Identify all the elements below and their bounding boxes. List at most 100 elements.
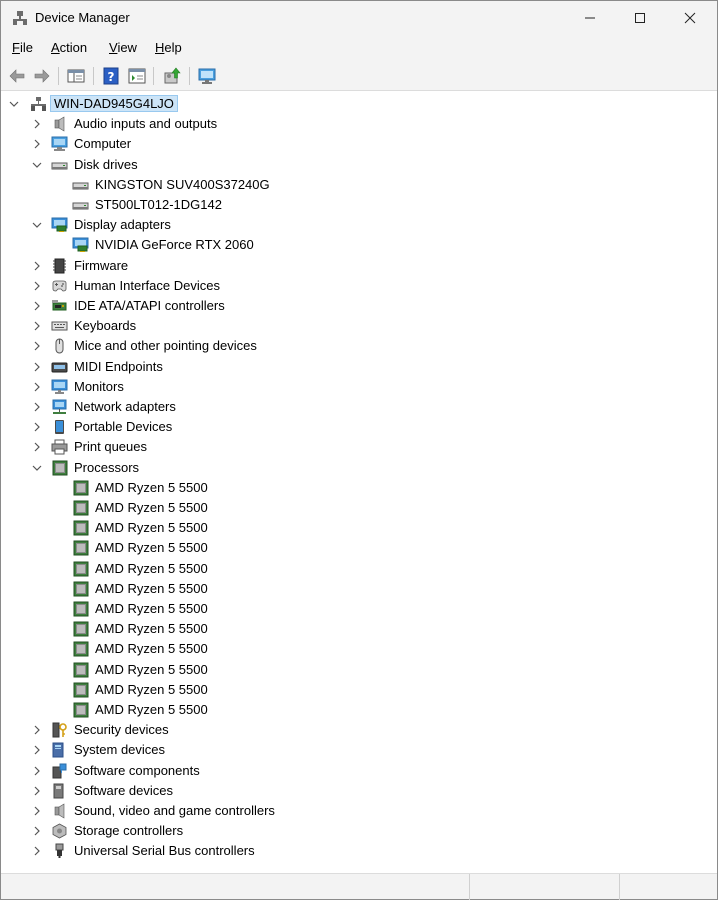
tree-category-computer[interactable]: Computer — [1, 134, 701, 154]
chevron-right-icon[interactable] — [31, 420, 43, 434]
processor-icon — [72, 520, 89, 536]
chevron-down-icon[interactable] — [31, 158, 43, 172]
device-label: AMD Ryzen 5 5500 — [95, 500, 208, 515]
title-bar[interactable]: Device Manager — [1, 1, 717, 35]
show-hide-console-tree-button[interactable] — [65, 65, 87, 87]
tree-category-display-adapters[interactable]: Display adapters — [1, 215, 701, 235]
minimize-icon — [585, 17, 595, 19]
menu-help[interactable]: Help — [155, 40, 182, 55]
chevron-right-icon[interactable] — [31, 764, 43, 778]
storage-controller-icon — [51, 823, 68, 839]
tree-device-item[interactable]: NVIDIA GeForce RTX 2060 — [1, 235, 701, 255]
update-driver-button[interactable] — [161, 65, 183, 87]
device-manager-window: Device Manager File Action View Help ? W… — [0, 0, 718, 900]
chevron-right-icon[interactable] — [31, 380, 43, 394]
tree-device-item[interactable]: AMD Ryzen 5 5500 — [1, 680, 701, 700]
tree-category-processors[interactable]: Processors — [1, 458, 701, 478]
tree-device-item[interactable]: AMD Ryzen 5 5500 — [1, 579, 701, 599]
chevron-down-icon[interactable] — [31, 461, 43, 475]
tree-device-item[interactable]: ST500LT012-1DG142 — [1, 195, 701, 215]
chevron-right-icon[interactable] — [31, 319, 43, 333]
chevron-right-icon[interactable] — [31, 784, 43, 798]
tree-category-midi-endpoints[interactable]: MIDI Endpoints — [1, 357, 701, 377]
chevron-right-icon[interactable] — [31, 824, 43, 838]
tree-category-disk-drives[interactable]: Disk drives — [1, 155, 701, 175]
chevron-right-icon[interactable] — [31, 117, 43, 131]
category-label: Software devices — [74, 782, 173, 798]
tree-category-software-components[interactable]: Software components — [1, 761, 701, 781]
software-device-icon — [51, 783, 68, 799]
tree-category-portable-devices[interactable]: Portable Devices — [1, 417, 701, 437]
tree-category-human-interface-devices[interactable]: Human Interface Devices — [1, 276, 701, 296]
close-button[interactable] — [667, 1, 713, 35]
tree-device-item[interactable]: AMD Ryzen 5 5500 — [1, 498, 701, 518]
chevron-right-icon[interactable] — [31, 299, 43, 313]
tree-category-audio-inputs-and-outputs[interactable]: Audio inputs and outputs — [1, 114, 701, 134]
tree-device-item[interactable]: AMD Ryzen 5 5500 — [1, 700, 701, 720]
chevron-right-icon[interactable] — [31, 279, 43, 293]
tree-category-security-devices[interactable]: Security devices — [1, 720, 701, 740]
chevron-down-icon[interactable] — [8, 97, 20, 111]
tree-device-item[interactable]: AMD Ryzen 5 5500 — [1, 538, 701, 558]
tree-device-item[interactable]: AMD Ryzen 5 5500 — [1, 660, 701, 680]
tree-device-item[interactable]: AMD Ryzen 5 5500 — [1, 599, 701, 619]
svg-text:?: ? — [108, 70, 115, 84]
processor-icon — [72, 682, 89, 698]
network-adapter-icon — [51, 399, 68, 415]
chevron-right-icon[interactable] — [31, 844, 43, 858]
tree-category-mice-and-other-pointing-devices[interactable]: Mice and other pointing devices — [1, 336, 701, 356]
tree-category-monitors[interactable]: Monitors — [1, 377, 701, 397]
tree-device-item[interactable]: AMD Ryzen 5 5500 — [1, 639, 701, 659]
category-label: Mice and other pointing devices — [74, 338, 257, 354]
tree-category-storage-controllers[interactable]: Storage controllers — [1, 821, 701, 841]
tree-device-item[interactable]: KINGSTON SUV400S37240G — [1, 175, 701, 195]
chevron-down-icon[interactable] — [31, 218, 43, 232]
menu-action[interactable]: Action — [51, 40, 87, 55]
tree-category-system-devices[interactable]: System devices — [1, 740, 701, 760]
menu-view[interactable]: View — [109, 40, 137, 55]
chevron-right-icon[interactable] — [31, 137, 43, 151]
chevron-right-icon[interactable] — [31, 360, 43, 374]
chevron-right-icon[interactable] — [31, 743, 43, 757]
back-button[interactable] — [6, 65, 28, 87]
device-label: ST500LT012-1DG142 — [95, 197, 222, 212]
processor-icon — [72, 702, 89, 718]
properties-button[interactable] — [126, 65, 148, 87]
maximize-icon — [635, 13, 645, 23]
tree-device-item[interactable]: AMD Ryzen 5 5500 — [1, 478, 701, 498]
tree-device-item[interactable]: AMD Ryzen 5 5500 — [1, 619, 701, 639]
tree-category-sound-video-and-game-controllers[interactable]: Sound, video and game controllers — [1, 801, 701, 821]
chevron-right-icon[interactable] — [31, 804, 43, 818]
chevron-right-icon[interactable] — [31, 440, 43, 454]
device-label: AMD Ryzen 5 5500 — [95, 641, 208, 657]
chevron-right-icon[interactable] — [31, 723, 43, 737]
maximize-button[interactable] — [617, 1, 663, 35]
minimize-button[interactable] — [567, 1, 613, 35]
device-tree[interactable]: WIN-DAD945G4LJO Audio inputs and outputs C… — [1, 92, 717, 872]
help-button[interactable]: ? — [100, 65, 122, 87]
tree-category-print-queues[interactable]: Print queues — [1, 437, 701, 457]
ide-controller-icon — [51, 298, 68, 314]
category-label: Sound, video and game controllers — [74, 803, 275, 818]
chevron-right-icon[interactable] — [31, 339, 43, 353]
tree-root-node[interactable]: WIN-DAD945G4LJO — [1, 94, 701, 114]
chevron-right-icon[interactable] — [31, 400, 43, 414]
chevron-right-icon[interactable] — [31, 259, 43, 273]
tree-category-software-devices[interactable]: Software devices — [1, 781, 701, 801]
device-label: AMD Ryzen 5 5500 — [95, 540, 208, 556]
category-label: System devices — [74, 742, 166, 758]
category-label: Human Interface Devices — [74, 277, 220, 293]
forward-button[interactable] — [31, 65, 53, 87]
tree-category-network-adapters[interactable]: Network adapters — [1, 397, 701, 417]
menu-file[interactable]: File — [12, 40, 33, 55]
tree-category-keyboards[interactable]: Keyboards — [1, 316, 701, 336]
tree-category-firmware[interactable]: Firmware — [1, 256, 701, 276]
category-label: Storage controllers — [74, 823, 184, 839]
scan-hardware-button[interactable] — [196, 65, 218, 87]
tree-device-item[interactable]: AMD Ryzen 5 5500 — [1, 559, 701, 579]
tree-category-universal-serial-bus-controllers[interactable]: Universal Serial Bus controllers — [1, 841, 701, 861]
tree-category-ide-ata-atapi-controllers[interactable]: IDE ATA/ATAPI controllers — [1, 296, 701, 316]
monitor-icon — [51, 379, 68, 395]
category-label: Universal Serial Bus controllers — [74, 843, 255, 859]
tree-device-item[interactable]: AMD Ryzen 5 5500 — [1, 518, 701, 538]
